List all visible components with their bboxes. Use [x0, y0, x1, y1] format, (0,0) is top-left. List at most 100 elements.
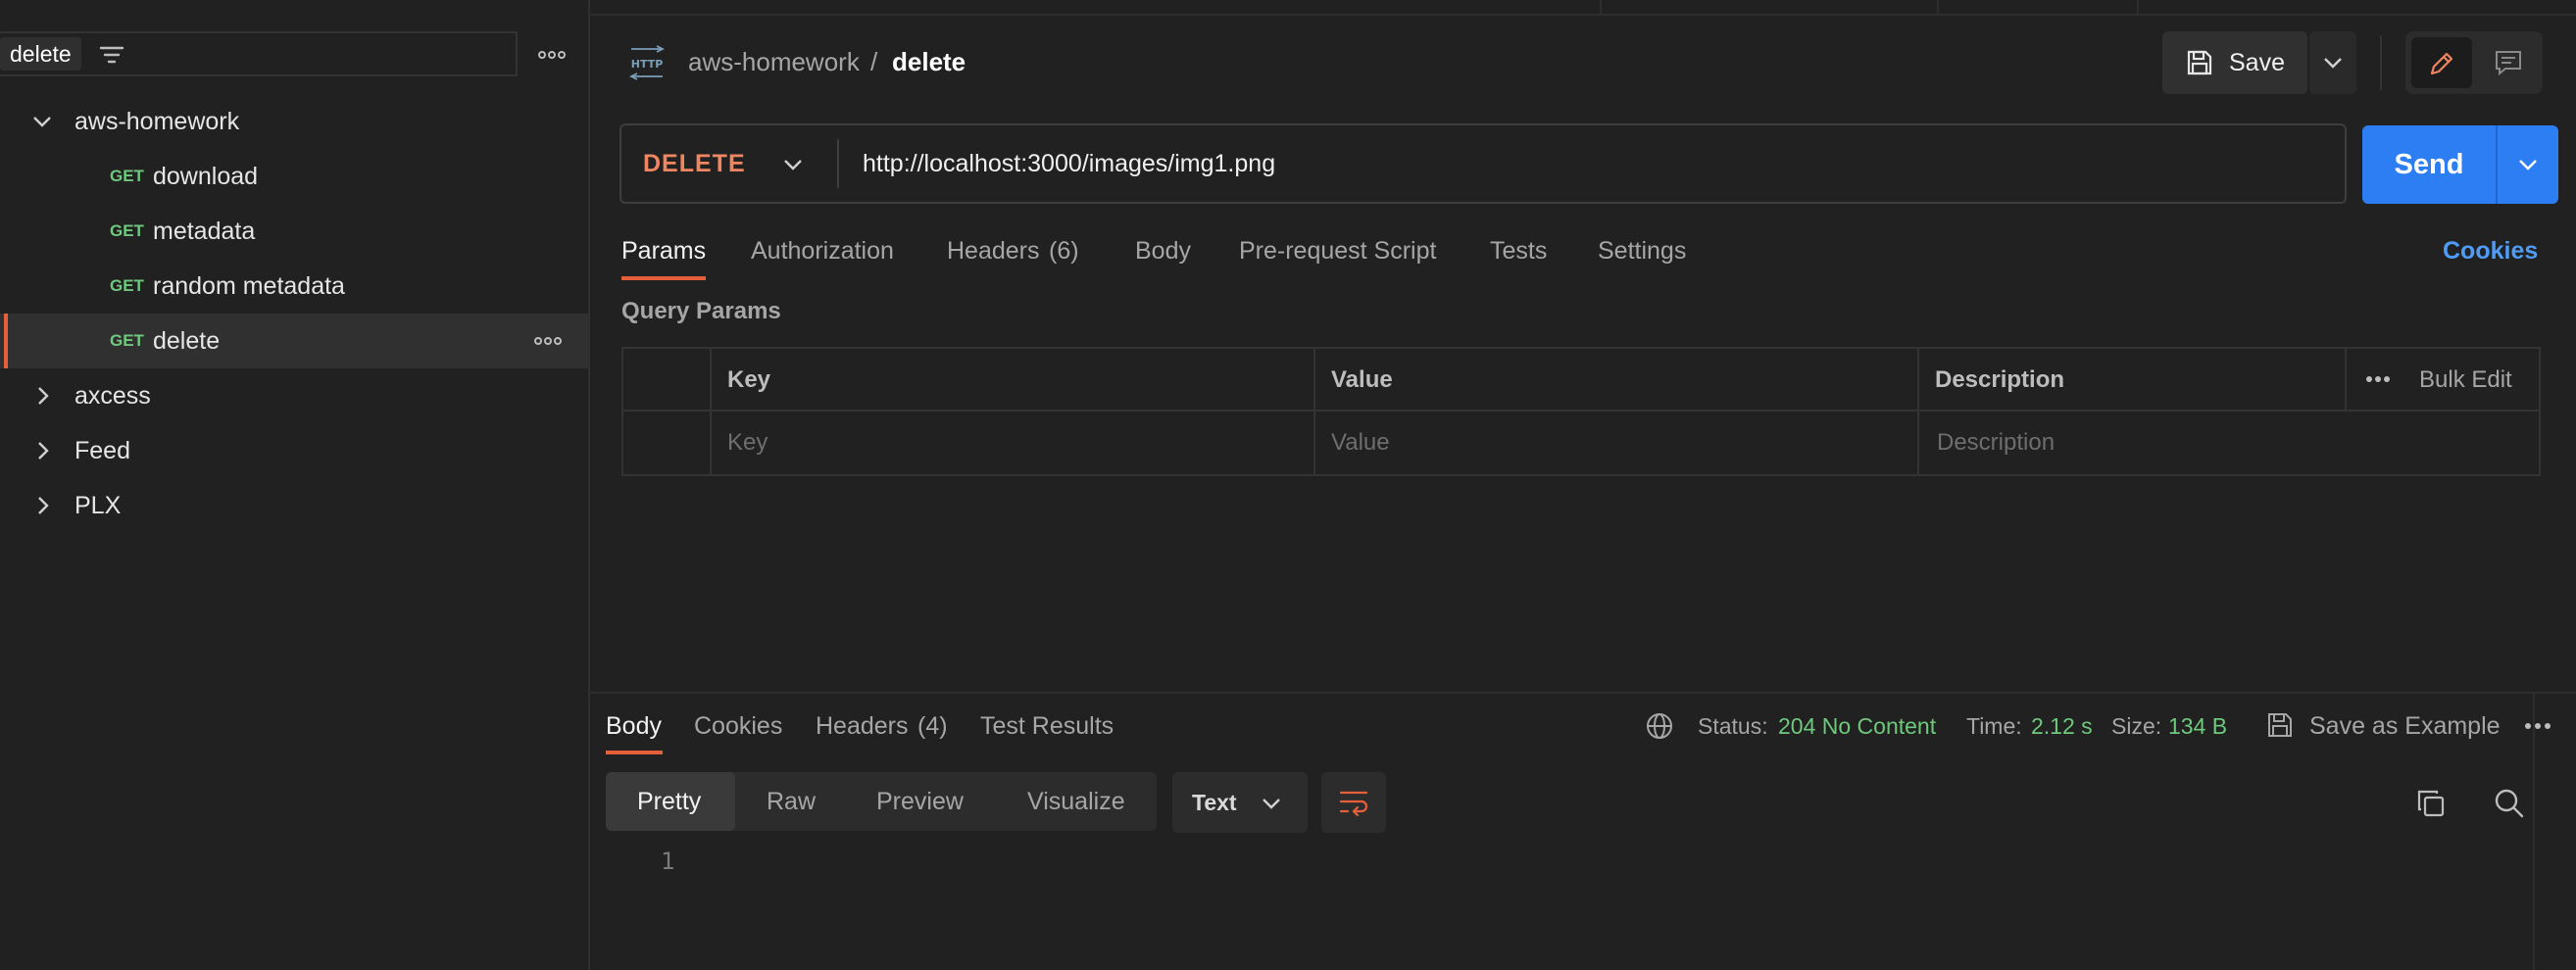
breadcrumb-separator: /: [870, 47, 878, 76]
tab-headers[interactable]: Headers: [947, 231, 1040, 270]
request-item-random-metadata[interactable]: GET random metadata: [0, 259, 588, 314]
request-label: download: [153, 163, 259, 190]
method-badge: GET: [110, 331, 144, 350]
description-input[interactable]: Description: [1937, 412, 2055, 474]
tab-headers-count: (6): [1049, 237, 1079, 265]
chevron-right-icon: [35, 385, 51, 407]
comment-icon: [2494, 48, 2523, 77]
time-value[interactable]: 2.12 s: [2031, 707, 2093, 745]
send-dropdown-button[interactable]: [2498, 125, 2558, 204]
method-badge: GET: [110, 276, 144, 295]
chevron-right-icon: [35, 495, 51, 516]
comment-mode-button[interactable]: [2480, 37, 2537, 88]
save-label: Save: [2229, 49, 2285, 76]
column-header-key: Key: [727, 366, 771, 393]
tab-settings[interactable]: Settings: [1598, 231, 1686, 270]
response-tab-headers[interactable]: Headers: [816, 707, 909, 745]
request-item-download[interactable]: GET download: [0, 149, 588, 204]
selected-indicator: [4, 314, 8, 368]
value-input[interactable]: Value: [1331, 412, 1390, 474]
http-icon: HTTP: [627, 45, 667, 80]
format-select-value: Text: [1192, 790, 1237, 815]
response-tab-body[interactable]: Body: [606, 707, 662, 745]
collection-label: Feed: [74, 437, 130, 464]
view-mode-visualize[interactable]: Visualize: [1027, 772, 1125, 831]
header-divider: [2380, 35, 2382, 90]
tab-tests[interactable]: Tests: [1490, 231, 1547, 270]
save-as-example-button[interactable]: Save as Example: [2309, 707, 2501, 745]
cookies-link[interactable]: Cookies: [2443, 231, 2538, 270]
method-badge: GET: [110, 221, 144, 240]
view-mode-pretty[interactable]: Pretty: [637, 772, 701, 831]
collection-axcess[interactable]: axcess: [0, 368, 588, 423]
request-label: metadata: [153, 218, 256, 245]
sidebar-search-value[interactable]: delete: [0, 37, 81, 71]
line-number: 1: [661, 848, 675, 875]
save-example-icon: [2266, 711, 2294, 739]
sidebar-more-icon[interactable]: [537, 47, 567, 63]
copy-icon[interactable]: [2415, 788, 2447, 819]
column-header-value: Value: [1331, 366, 1393, 393]
status-label: Status:: [1698, 713, 1768, 739]
tab-pre-request-script[interactable]: Pre-request Script: [1239, 231, 1436, 270]
globe-icon[interactable]: [1645, 711, 1674, 741]
search-icon[interactable]: [2494, 788, 2525, 819]
collection-feed[interactable]: Feed: [0, 423, 588, 478]
chevron-down-icon: [31, 114, 53, 129]
response-pane-border: [588, 692, 2576, 694]
breadcrumb-request-name[interactable]: delete: [892, 43, 966, 80]
save-dropdown-button[interactable]: [2309, 31, 2356, 94]
chevron-down-icon: [2517, 157, 2539, 172]
request-label: delete: [153, 327, 221, 355]
edit-mode-button[interactable]: [2411, 37, 2472, 88]
send-label: Send: [2394, 149, 2464, 180]
url-input[interactable]: http://localhost:3000/images/img1.png: [863, 123, 1275, 204]
size-label: Size:: [2111, 713, 2162, 739]
status-value[interactable]: 204 No Content: [1778, 707, 1936, 745]
chevron-right-icon: [35, 440, 51, 461]
request-item-metadata[interactable]: GET metadata: [0, 204, 588, 259]
response-tab-underline: [606, 751, 663, 754]
collection-label: PLX: [74, 492, 122, 519]
tab-body[interactable]: Body: [1135, 231, 1191, 270]
tab-params[interactable]: Params: [621, 231, 706, 270]
response-more-icon[interactable]: [2523, 719, 2552, 733]
collection-plx[interactable]: PLX: [0, 478, 588, 533]
key-input[interactable]: Key: [727, 412, 768, 474]
format-select[interactable]: Text: [1172, 772, 1308, 833]
query-params-title: Query Params: [621, 298, 781, 324]
request-more-icon[interactable]: [533, 333, 563, 349]
url-separator: [837, 139, 839, 188]
request-item-delete[interactable]: GET delete: [0, 314, 588, 368]
response-tab-cookies[interactable]: Cookies: [694, 707, 782, 745]
size-value[interactable]: 134 B: [2168, 707, 2227, 745]
tab-strip-border: [588, 14, 2576, 16]
response-headers-count: (4): [917, 712, 948, 740]
tab-divider: [1937, 0, 1939, 14]
view-mode-preview[interactable]: Preview: [876, 772, 964, 831]
tab-divider: [1600, 0, 1602, 14]
request-label: random metadata: [153, 272, 345, 300]
save-button[interactable]: Save: [2162, 31, 2307, 94]
pencil-icon: [2427, 49, 2456, 78]
save-icon: [2186, 49, 2213, 76]
bulk-edit-button[interactable]: Bulk Edit: [2419, 349, 2512, 412]
tab-divider: [2137, 0, 2139, 14]
collection-label: axcess: [74, 382, 151, 410]
wrap-lines-button[interactable]: [1321, 772, 1386, 833]
scrollbar-track[interactable]: [2533, 694, 2535, 970]
chevron-down-icon: [1261, 796, 1282, 811]
sidebar: delete aws-homework GET download GET met…: [0, 0, 590, 970]
chevron-down-icon: [782, 157, 804, 172]
http-icon-text: HTTP: [631, 58, 664, 71]
breadcrumb-collection[interactable]: aws-homework: [688, 43, 860, 80]
tab-params-underline: [621, 276, 706, 280]
chevron-down-icon: [2322, 55, 2344, 71]
tab-authorization[interactable]: Authorization: [751, 231, 894, 270]
table-more-icon[interactable]: [2364, 372, 2392, 386]
wrap-lines-icon: [1338, 788, 1369, 817]
response-tab-test-results[interactable]: Test Results: [980, 707, 1114, 745]
filter-icon[interactable]: [98, 41, 125, 69]
collection-aws-homework[interactable]: aws-homework: [0, 94, 588, 149]
view-mode-raw[interactable]: Raw: [767, 772, 816, 831]
